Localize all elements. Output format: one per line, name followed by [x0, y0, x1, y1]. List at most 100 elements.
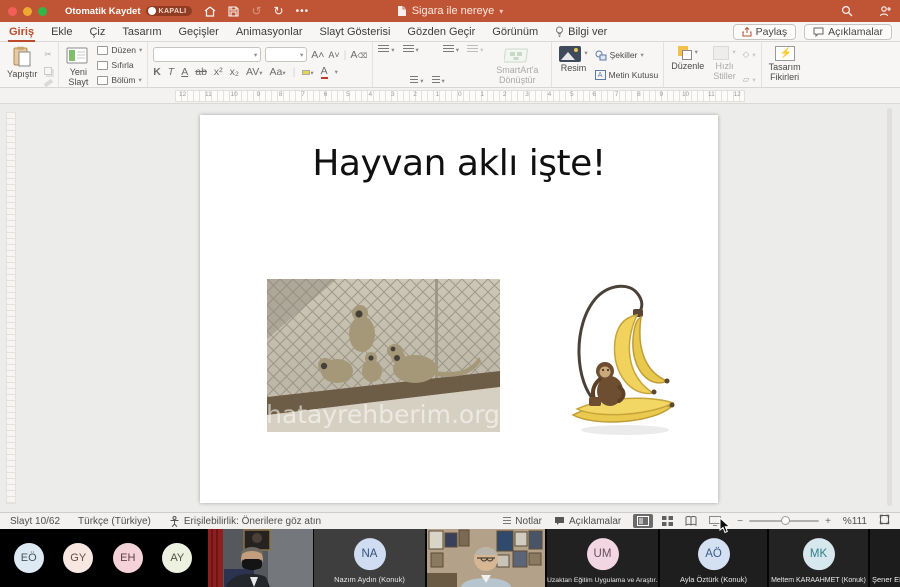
reading-view-button[interactable]: [681, 514, 701, 528]
share-user-icon[interactable]: [879, 5, 892, 17]
slide[interactable]: Hayvan aklı işte!: [200, 115, 718, 503]
font-name-combobox[interactable]: ▾: [153, 47, 261, 62]
document-title[interactable]: Sigara ile nereye: [412, 5, 495, 17]
tab-tasarim[interactable]: Tasarım: [121, 24, 162, 40]
clear-formatting-button[interactable]: A⌫: [350, 49, 367, 61]
zoom-in-button[interactable]: +: [825, 516, 831, 527]
italic-button[interactable]: T: [168, 66, 174, 78]
text-direction-button[interactable]: ▾: [467, 45, 483, 54]
tab-gozden-gecir[interactable]: Gözden Geçir: [406, 24, 476, 40]
tab-animasyonlar[interactable]: Animasyonlar: [235, 24, 304, 40]
accessibility-checker[interactable]: Erişilebilirlik: Önerilere göz atın: [169, 516, 321, 527]
redo-icon[interactable]: ↻: [274, 4, 284, 18]
autosave-control[interactable]: Otomatik Kaydet KAPALI: [65, 6, 192, 17]
monkeys-photo[interactable]: hatayrehberim.org: [267, 279, 500, 432]
decrease-font-button[interactable]: A˅: [328, 50, 339, 60]
zoom-slider[interactable]: [749, 520, 819, 522]
ruler-number: 7: [301, 91, 305, 98]
columns-button[interactable]: ▾: [432, 76, 445, 85]
language-indicator[interactable]: Türkçe (Türkiye): [78, 516, 151, 527]
strikethrough-button[interactable]: ab: [195, 66, 207, 78]
shapes-button[interactable]: Şekiller▾: [595, 50, 659, 61]
design-ideas-button[interactable]: ⚡ Tasarım Fikirleri: [767, 45, 803, 84]
share-button[interactable]: Paylaş: [733, 24, 797, 40]
vertical-ruler[interactable]: [6, 112, 16, 504]
format-painter-button[interactable]: [44, 81, 53, 85]
change-case-button[interactable]: Aa▾: [270, 66, 286, 78]
picture-button[interactable]: ▾ Resim: [557, 45, 589, 75]
vertical-scrollbar[interactable]: [887, 108, 892, 506]
bullets-button[interactable]: ▾: [378, 45, 394, 54]
font-size-combobox[interactable]: ▾: [265, 47, 307, 62]
comments-panel-button[interactable]: Açıklamalar: [554, 516, 621, 527]
tab-ciz[interactable]: Çiz: [88, 24, 106, 40]
avatar-mk: MK: [803, 538, 835, 570]
normal-view-button[interactable]: [633, 514, 653, 528]
save-icon[interactable]: [228, 6, 239, 17]
new-slide-button[interactable]: Yeni Slayt: [64, 45, 92, 89]
subscript-button[interactable]: x₂: [230, 66, 239, 78]
notes-button[interactable]: Notlar: [503, 516, 542, 527]
tab-bilgi-ver[interactable]: Bilgi ver: [554, 24, 608, 40]
participant-video-2[interactable]: [427, 529, 545, 587]
undo-icon[interactable]: ↺: [251, 4, 261, 18]
tab-giris[interactable]: Giriş: [8, 24, 35, 40]
cut-button[interactable]: ✂: [44, 49, 53, 60]
slide-title-text[interactable]: Hayvan aklı işte!: [200, 143, 718, 184]
participant-tile-um[interactable]: UM Uzaktan Eğitim Uygulama ve Araştır...: [547, 529, 658, 587]
reset-button[interactable]: Sıfırla: [97, 60, 142, 70]
banana-holder-image[interactable]: [555, 275, 680, 440]
participant-tile-partial[interactable]: Şener ERO...: [870, 529, 900, 587]
participant-tile-na[interactable]: NA Nazım Aydın (Konuk): [314, 529, 425, 587]
zoom-percentage[interactable]: %111: [843, 516, 867, 527]
paste-button[interactable]: Yapıştır: [5, 45, 39, 81]
participant-tile-ao[interactable]: AÖ Ayla Öztürk (Konuk): [660, 529, 767, 587]
superscript-button[interactable]: x²: [214, 66, 223, 78]
home-icon[interactable]: [204, 6, 216, 17]
increase-font-button[interactable]: A˄: [311, 49, 324, 61]
tab-ekle[interactable]: Ekle: [50, 24, 73, 40]
tab-slayt-gosterisi[interactable]: Slayt Gösterisi: [318, 24, 391, 40]
shape-fill-button[interactable]: ◇▾: [743, 49, 756, 60]
highlight-button[interactable]: ▾: [302, 66, 313, 78]
search-icon[interactable]: [841, 5, 853, 17]
line-spacing-button[interactable]: ▾: [443, 45, 459, 54]
quick-styles-icon: [713, 46, 729, 60]
zoom-out-button[interactable]: −: [737, 516, 743, 527]
slide-sorter-view-button[interactable]: [657, 514, 677, 528]
copy-button[interactable]: [44, 67, 53, 75]
zoom-slider-thumb[interactable]: [781, 516, 790, 525]
convert-smartart-button[interactable]: SmartArt'a Dönüştür: [488, 45, 546, 87]
layout-button[interactable]: Düzen▾: [97, 45, 142, 55]
slide-counter[interactable]: Slayt 10/62: [10, 516, 60, 527]
font-color-button[interactable]: A: [321, 66, 328, 79]
tab-gorunum[interactable]: Görünüm: [491, 24, 539, 40]
arrange-button[interactable]: ▾ Düzenle: [669, 45, 706, 73]
fit-to-window-button[interactable]: [879, 514, 890, 528]
bold-button[interactable]: K: [153, 66, 161, 78]
slide-canvas[interactable]: Hayvan aklı işte!: [0, 104, 900, 512]
align-text-button[interactable]: ▾: [410, 76, 423, 85]
waiting-avatars-tile[interactable]: EÖGYEHAY: [0, 529, 206, 587]
document-title-chevron-icon[interactable]: ▾: [499, 7, 503, 16]
textbox-button[interactable]: A Metin Kutusu: [595, 70, 659, 80]
tab-gecisler[interactable]: Geçişler: [178, 24, 220, 40]
maximize-window-button[interactable]: [38, 7, 47, 16]
quick-styles-button[interactable]: ▾ Hızlı Stiller: [711, 45, 738, 83]
close-window-button[interactable]: [8, 7, 17, 16]
title-bar: Otomatik Kaydet KAPALI ↺ ↻ ••• Sigara il…: [0, 0, 900, 22]
more-commands-icon[interactable]: •••: [296, 6, 310, 17]
ruler-number: 10: [231, 91, 238, 98]
comments-button[interactable]: Açıklamalar: [804, 24, 892, 40]
clipboard-icon: [12, 46, 32, 68]
participant-video-1[interactable]: [208, 529, 313, 587]
character-spacing-button[interactable]: AV▾: [246, 66, 263, 78]
section-button[interactable]: Bölüm▾: [97, 75, 142, 85]
numbering-button[interactable]: ▾: [403, 45, 419, 54]
underline-button[interactable]: A: [181, 66, 188, 78]
autosave-toggle[interactable]: KAPALI: [146, 6, 193, 16]
horizontal-ruler[interactable]: 1211109876543210123456789101112: [175, 90, 745, 102]
shape-outline-button[interactable]: ▱▾: [743, 74, 756, 85]
minimize-window-button[interactable]: [23, 7, 32, 16]
participant-tile-mk[interactable]: MK Meltem KARAAHMET (Konuk): [769, 529, 868, 587]
